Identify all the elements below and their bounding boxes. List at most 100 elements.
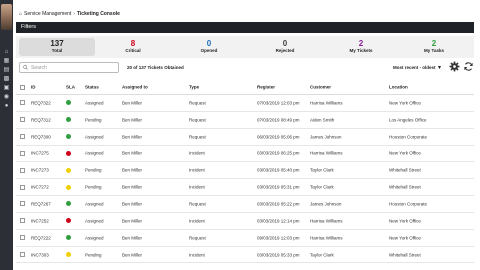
ticket-assigned: Ben Miller [122, 218, 143, 224]
ticket-icon[interactable]: ▤ [3, 67, 10, 73]
ticket-location: Whitehall Street [389, 252, 421, 258]
refresh-icon[interactable] [463, 61, 474, 72]
table-row[interactable]: INC7252 Assigned Ben Miller Incident 03/03/2… [16, 213, 474, 230]
table-row[interactable]: REQ7222 Assigned Ben Miller Request 09/03/20… [16, 230, 474, 247]
stat-label: Critical [125, 48, 141, 53]
filters-bar[interactable]: Filters [16, 22, 474, 33]
user-avatar[interactable] [1, 4, 12, 30]
ticket-location: Houston Corporate [389, 201, 428, 207]
select-all-checkbox[interactable] [20, 84, 25, 90]
stat-critical[interactable]: 8 Critical [95, 38, 171, 56]
stat-value: 8 [130, 39, 136, 48]
ticket-register: 03/03/2019 12:14 pm [257, 218, 300, 224]
ticket-status: Pending [85, 167, 102, 173]
row-checkbox[interactable] [20, 184, 25, 190]
sla-indicator [66, 167, 71, 173]
row-checkbox[interactable] [20, 201, 25, 207]
ticket-location: Houston Corporate [389, 134, 428, 140]
header-id[interactable]: ID [31, 85, 36, 90]
grid-icon[interactable]: ▦ [3, 58, 10, 64]
ticket-type: Request [189, 235, 206, 241]
table-row[interactable]: INC7303 Pending Ben Miller Incident 03/03/20… [16, 247, 474, 264]
header-assigned[interactable]: Assigned to [122, 85, 148, 90]
home-icon[interactable]: ⌂ [19, 11, 22, 17]
ticket-customer: Harrisa Williams [310, 150, 343, 156]
ticket-type: Request [189, 100, 206, 106]
table-row[interactable]: INC7273 Pending Ben Miller Incident 03/03/20… [16, 162, 474, 180]
table-row[interactable]: REQ7267 Assigned Ben Miller Request 03/03/20… [16, 196, 474, 213]
stat-value: 2 [358, 39, 364, 48]
ticket-assigned: Ben Miller [122, 100, 143, 106]
header-sla[interactable]: SLA [66, 85, 75, 90]
table-row[interactable]: INC7272 Pending Ben Miller Incident 03/03/20… [16, 179, 474, 197]
header-location[interactable]: Location [389, 85, 408, 90]
ticket-status: Assigned [85, 100, 104, 106]
row-checkbox[interactable] [20, 100, 25, 106]
ticket-id: INC7275 [31, 150, 49, 156]
stat-value: 0 [206, 39, 212, 48]
chart-icon[interactable]: ▩ [3, 76, 10, 82]
sla-indicator [66, 150, 71, 156]
row-checkbox[interactable] [20, 117, 25, 123]
header-customer[interactable]: Customer [310, 85, 331, 90]
ticket-location: New York Office [389, 218, 421, 224]
row-checkbox[interactable] [20, 150, 25, 156]
sla-indicator [66, 100, 71, 106]
ticket-register: 03/03/2019 05:22 pm [257, 201, 300, 207]
ticket-type: Incident [189, 167, 205, 173]
row-checkbox[interactable] [20, 167, 25, 173]
ticket-count: 20 of 137 Tickets Obtained [127, 65, 184, 70]
sort-select[interactable]: Most recent - oldest [393, 65, 436, 70]
ticket-id: REQ7300 [31, 134, 51, 140]
sla-indicator [66, 235, 71, 241]
tickets-table: ID SLA Status Assigned to Type Register … [16, 80, 474, 264]
ticket-register: 07/03/2019 08:49 pm [257, 117, 300, 123]
ticket-location: Whitehall Street [389, 167, 421, 173]
ticket-register: 03/03/2019 05:40 pm [257, 167, 300, 173]
ticket-register: 03/03/2019 06:25 pm [257, 150, 300, 156]
header-status[interactable]: Status [85, 85, 99, 90]
ticket-assigned: Ben Miller [122, 184, 143, 190]
breadcrumb-home[interactable]: Service Management [24, 11, 71, 17]
user-icon[interactable]: ● [3, 103, 10, 109]
table-row[interactable]: REQ7300 Assigned Ben Miller Request 06/03/20… [16, 129, 474, 146]
caret-down-icon[interactable]: ▾ [438, 64, 441, 71]
ticket-status: Pending [85, 117, 102, 123]
home-icon[interactable]: ⌂ [3, 49, 10, 55]
table-row[interactable]: REQ7322 Assigned Ben Miller Request 07/03/20… [16, 95, 474, 112]
stats-panel: 137 Total 8 Critical 0 Opened 0 Rejected… [16, 36, 474, 58]
ticket-type: Incident [189, 150, 205, 156]
ticket-customer: Harrisa Williams [310, 235, 343, 241]
row-checkbox[interactable] [20, 134, 25, 140]
ticket-id: INC7303 [31, 252, 49, 258]
row-checkbox[interactable] [20, 235, 25, 241]
breadcrumb: ⌂ Service Management › Ticketing Console [19, 10, 120, 18]
stat-total[interactable]: 137 Total [19, 38, 95, 56]
table-row[interactable]: INC7275 Assigned Ben Miller Incident 03/03/2… [16, 146, 474, 163]
stat-my-tasks[interactable]: 2 My Tasks [396, 38, 472, 56]
header-register[interactable]: Register [257, 85, 275, 90]
stat-value: 0 [282, 39, 288, 48]
users-icon[interactable]: ◉ [3, 94, 10, 100]
stat-opened[interactable]: 0 Opened [171, 38, 247, 56]
ticket-register: 09/03/2019 12:03 pm [257, 235, 300, 241]
ticket-status: Assigned [85, 218, 104, 224]
row-checkbox[interactable] [20, 252, 25, 258]
ticket-customer: Aiden Smith [310, 117, 335, 123]
breadcrumb-current: Ticketing Console [76, 11, 120, 17]
calendar-icon[interactable]: ▣ [3, 85, 10, 91]
search-input[interactable] [31, 64, 116, 71]
ticket-status: Assigned [85, 150, 104, 156]
ticket-customer: James Johnson [310, 134, 342, 140]
row-checkbox[interactable] [20, 218, 25, 224]
ticket-type: Request [189, 134, 206, 140]
ticket-id: REQ7267 [31, 201, 51, 207]
stat-my-tickets[interactable]: 2 My Tickets [323, 38, 399, 56]
header-type[interactable]: Type [189, 85, 199, 90]
ticket-location: Los Angeles Office [389, 117, 427, 123]
gear-icon[interactable] [449, 61, 460, 72]
ticket-customer: James Johnson [310, 201, 342, 207]
stat-rejected[interactable]: 0 Rejected [247, 38, 323, 56]
search-box[interactable] [19, 62, 119, 73]
table-row[interactable]: REQ7312 Pending Ben Miller Request 07/03/201… [16, 112, 474, 129]
